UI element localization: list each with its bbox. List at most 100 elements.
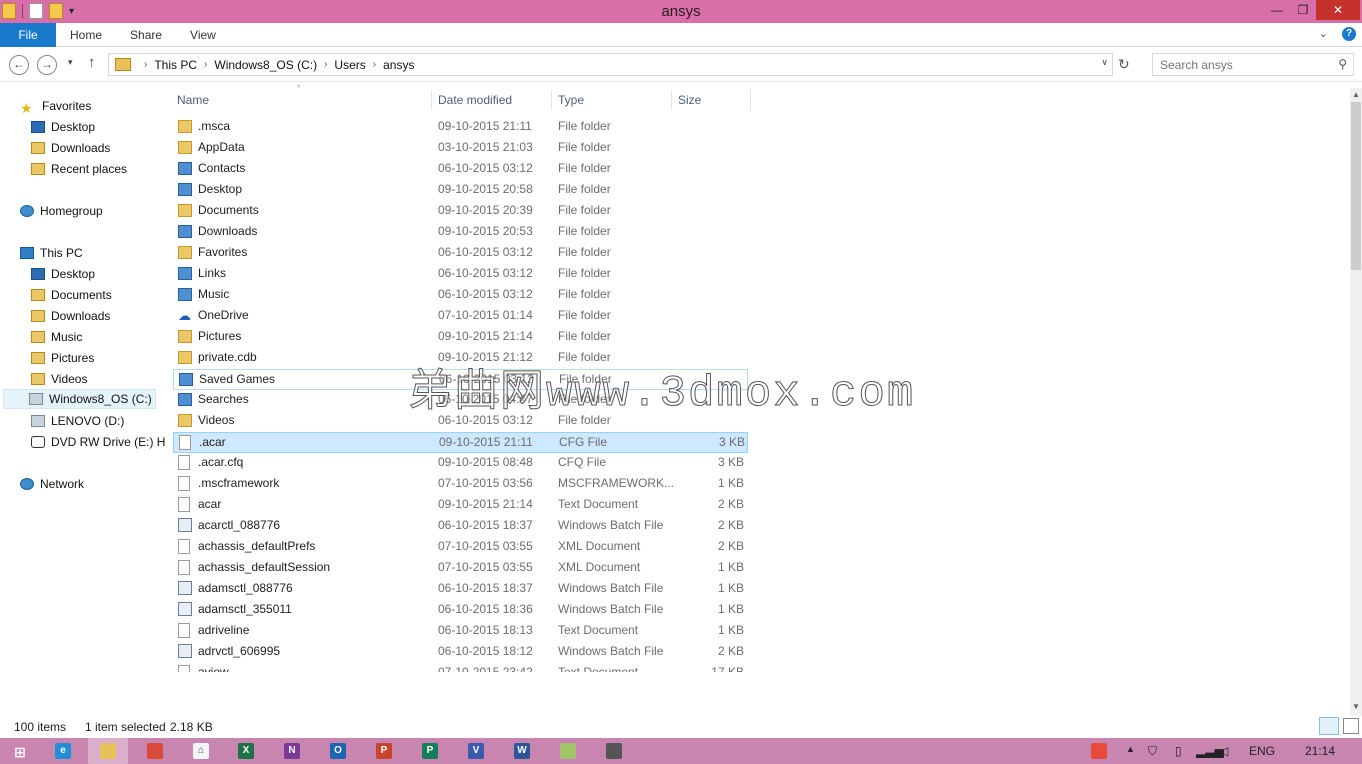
nav-documents[interactable]: Documents [31,285,112,305]
word-icon[interactable]: W [514,743,530,759]
search-icon[interactable]: ⚲ [1338,57,1347,71]
nav-homegroup[interactable]: Homegroup [20,201,103,221]
table-row[interactable]: acar 09-10-2015 21:14 Text Document 2 KB [173,495,748,516]
table-row[interactable]: private.cdb 09-10-2015 21:12 File folder [173,348,748,369]
table-row[interactable]: achassis_defaultPrefs 07-10-2015 03:55 XML… [173,537,748,558]
app-icon[interactable] [560,743,576,759]
large-icons-view-icon[interactable] [1343,718,1359,734]
chevron-right-icon[interactable]: › [144,59,147,70]
table-row[interactable]: adriveline 06-10-2015 18:13 Text Document 1… [173,621,748,642]
show-hidden-icons-icon[interactable]: ▲ [1126,744,1135,754]
start-icon[interactable]: ⊞ [12,744,28,760]
address-dropdown-icon[interactable]: ∨ [1101,57,1108,68]
table-row[interactable]: .acar 09-10-2015 21:11 CFG File 3 KB [173,432,748,453]
table-row[interactable]: Documents 09-10-2015 20:39 File folder [173,201,748,222]
chevron-right-icon[interactable]: › [204,59,207,70]
table-row[interactable]: adrvctl_606995 06-10-2015 18:12 Windows Ba… [173,642,748,663]
table-row[interactable]: Videos 06-10-2015 03:12 File folder [173,411,748,432]
language-indicator[interactable]: ENG [1249,744,1275,758]
ansys-icon[interactable] [606,743,622,759]
nav-music[interactable]: Music [31,327,82,347]
table-row[interactable]: Searches 06-10-2015 04:47 File folder [173,390,748,411]
search-box[interactable]: ⚲ [1152,53,1354,76]
nav-downloads[interactable]: Downloads [31,306,110,326]
table-row[interactable]: acarctl_088776 06-10-2015 18:37 Windows Ba… [173,516,748,537]
help-icon[interactable]: ? [1342,27,1356,41]
table-row[interactable]: Favorites 06-10-2015 03:12 File folder [173,243,748,264]
chevron-right-icon[interactable]: › [324,59,327,70]
nav-dvd-drive[interactable]: DVD RW Drive (E:) H [31,432,165,452]
recent-locations-icon[interactable]: ▾ [68,57,73,68]
tab-view[interactable]: View [176,23,230,47]
table-row[interactable]: Saved Games 06-10-2015 03:12 File folder [173,369,748,390]
breadcrumb-ansys[interactable]: ansys [383,58,414,72]
nav-lenovo-drive[interactable]: LENOVO (D:) [31,411,124,431]
home-icon[interactable]: ⌂ [193,743,209,759]
tab-share[interactable]: Share [116,23,176,47]
table-row[interactable]: Links 06-10-2015 03:12 File folder [173,264,748,285]
address-bar[interactable]: › This PC › Windows8_OS (C:) › Users › a… [108,53,1113,76]
internet-explorer-icon[interactable]: e [55,743,71,759]
column-header-name[interactable]: Name [177,88,209,112]
chrome-icon[interactable] [147,743,163,759]
table-row[interactable]: Music 06-10-2015 03:12 File folder [173,285,748,306]
notification-app-icon[interactable] [1091,743,1107,759]
nav-windows8-os-drive[interactable]: Windows8_OS (C:) [3,389,156,409]
onenote-icon[interactable]: N [284,743,300,759]
breadcrumb-this-pc[interactable]: This PC [154,58,197,72]
table-row[interactable]: AppData 03-10-2015 21:03 File folder [173,138,748,159]
restore-button[interactable]: ❐ [1290,0,1316,20]
clock[interactable]: 21:14 [1305,744,1335,758]
shield-icon[interactable]: ⛉ [1148,744,1157,759]
up-button[interactable]: ↑ [88,54,96,71]
column-divider[interactable] [671,90,672,110]
nav-videos[interactable]: Videos [31,369,87,389]
vertical-scrollbar[interactable]: ▲ ▼ [1350,88,1362,716]
table-row[interactable]: achassis_defaultSession 07-10-2015 03:55 X… [173,558,748,579]
nav-favorites-desktop[interactable]: Desktop [31,117,95,137]
forward-button[interactable]: → [37,55,57,75]
table-row[interactable]: Contacts 06-10-2015 03:12 File folder [173,159,748,180]
table-row[interactable]: Desktop 09-10-2015 20:58 File folder [173,180,748,201]
speaker-icon[interactable]: ◁ [1219,744,1228,758]
expand-ribbon-icon[interactable]: ⌄ [1319,27,1328,41]
breadcrumb-windows8-os[interactable]: Windows8_OS (C:) [214,58,317,72]
table-row[interactable]: Pictures 09-10-2015 21:14 File folder [173,327,748,348]
back-button[interactable]: ← [9,55,29,75]
details-view-icon[interactable] [1319,717,1339,735]
column-divider[interactable] [551,90,552,110]
table-row[interactable]: .mscframework 07-10-2015 03:56 MSCFRAMEWOR… [173,474,748,495]
column-header-type[interactable]: Type [558,88,584,112]
nav-this-pc[interactable]: This PC [20,243,83,263]
battery-icon[interactable]: ▯ [1175,744,1182,758]
nav-pictures[interactable]: Pictures [31,348,94,368]
nav-recent-places[interactable]: Recent places [31,159,127,179]
tab-file[interactable]: File [0,23,56,47]
tab-home[interactable]: Home [56,23,116,47]
column-divider[interactable] [431,90,432,110]
scrollbar-thumb[interactable] [1351,102,1361,270]
refresh-button[interactable]: ↻ [1118,56,1130,73]
minimize-button[interactable]: — [1264,0,1290,20]
chevron-right-icon[interactable]: › [373,59,376,70]
nav-favorites-downloads[interactable]: Downloads [31,138,110,158]
scroll-up-icon[interactable]: ▲ [1352,90,1360,99]
file-explorer-icon[interactable] [100,743,116,759]
table-row[interactable]: Downloads 09-10-2015 20:53 File folder [173,222,748,243]
search-input[interactable] [1153,54,1323,75]
visio-icon[interactable]: V [468,743,484,759]
outlook-icon[interactable]: O [330,743,346,759]
column-header-size[interactable]: Size [678,88,701,112]
scroll-down-icon[interactable]: ▼ [1352,702,1360,711]
table-row[interactable]: ☁ OneDrive 07-10-2015 01:14 File folder [173,306,748,327]
column-header-date[interactable]: Date modified [438,88,512,112]
table-row[interactable]: .acar.cfq 09-10-2015 08:48 CFQ File 3 KB [173,453,748,474]
publisher-icon[interactable]: P [422,743,438,759]
breadcrumb-users[interactable]: Users [334,58,365,72]
table-row[interactable]: .msca 09-10-2015 21:11 File folder [173,117,748,138]
powerpoint-icon[interactable]: P [376,743,392,759]
nav-network[interactable]: Network [20,474,84,494]
nav-favorites[interactable]: ★ Favorites [20,96,91,116]
nav-desktop[interactable]: Desktop [31,264,95,284]
table-row[interactable]: adamsctl_088776 06-10-2015 18:37 Windows B… [173,579,748,600]
